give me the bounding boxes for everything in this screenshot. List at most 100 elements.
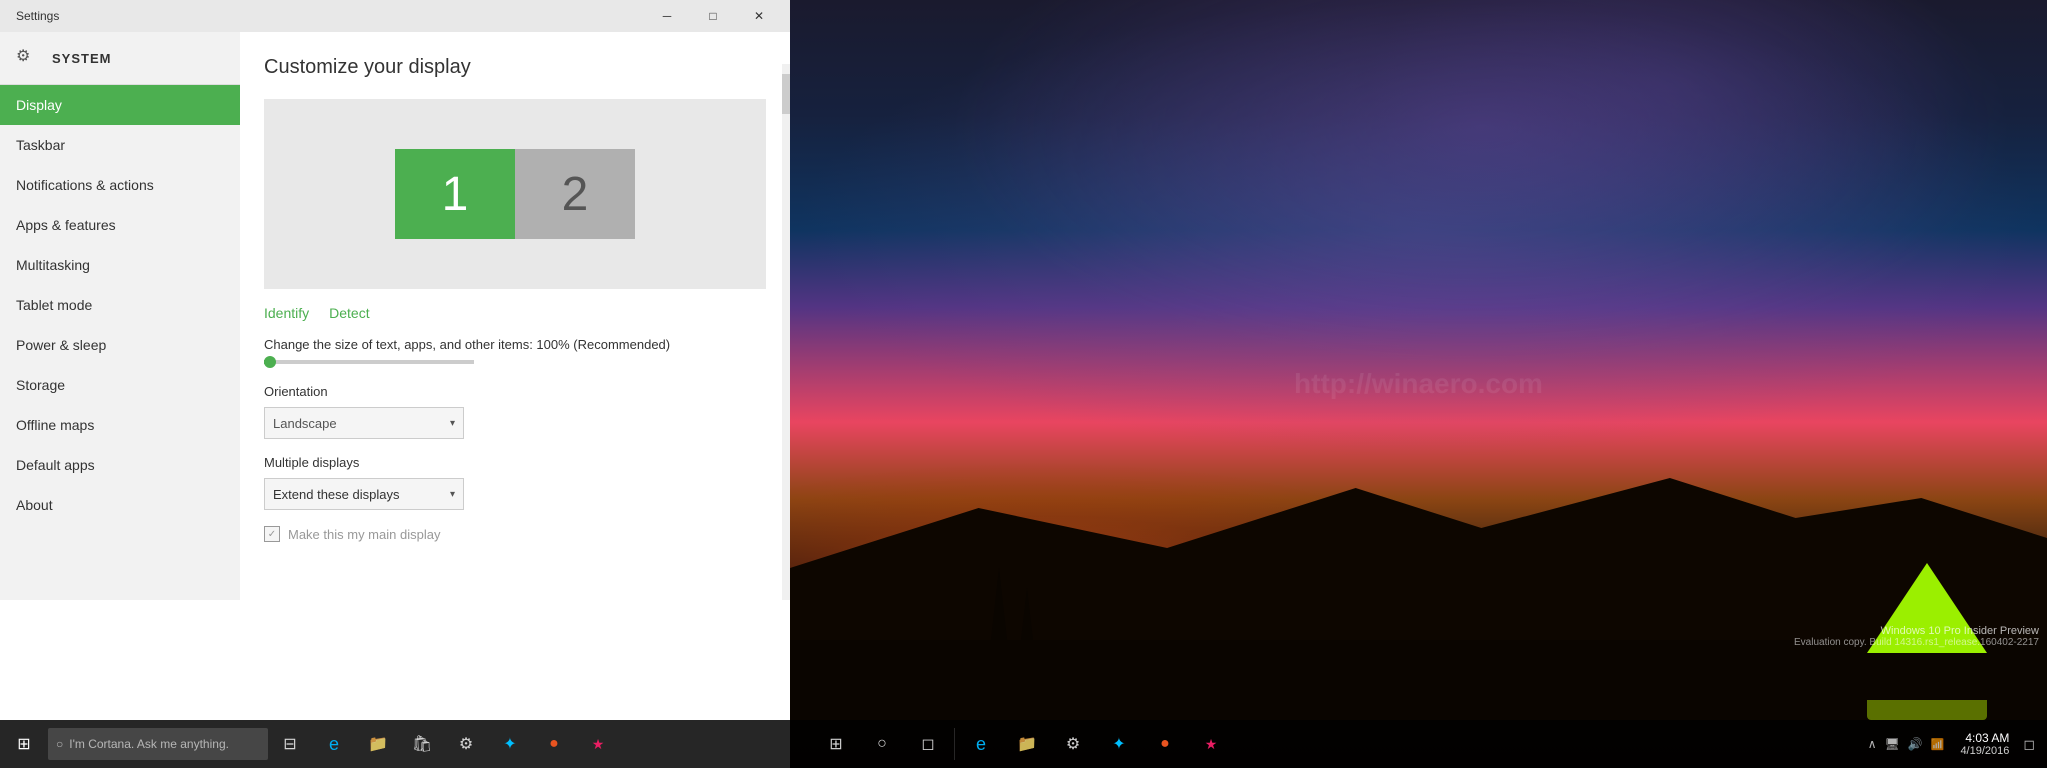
start-button[interactable]: ⊞ <box>0 720 48 768</box>
system-tray: ∧ 🖥 🔊 📶 <box>1862 735 1951 753</box>
explorer-icon-2[interactable]: 📁 <box>1005 722 1049 766</box>
orientation-label: Orientation <box>264 384 766 399</box>
sidebar-item-power[interactable]: Power & sleep <box>0 325 240 365</box>
main-display-checkbox[interactable]: ✓ <box>264 526 280 542</box>
multiple-displays-chevron-icon: ▾ <box>450 489 455 500</box>
windows-icon: ⊞ <box>17 734 30 754</box>
orientation-dropdown[interactable]: Landscape ▾ <box>264 407 464 439</box>
sidebar-item-notifications[interactable]: Notifications & actions <box>0 165 240 205</box>
sidebar-system-title: SYSTEM <box>52 51 111 66</box>
edge-icon: e <box>329 734 339 755</box>
multiple-displays-container: Multiple displays Extend these displays … <box>264 455 766 510</box>
taskbar-store-icon[interactable]: 🛍 <box>400 722 444 766</box>
taskbar-ubuntu-icon[interactable]: ● <box>532 722 576 766</box>
taskbar-edge-icon[interactable]: e <box>312 722 356 766</box>
tray-arrow-icon[interactable]: ∧ <box>1866 735 1879 753</box>
gear-icon-2: ⚙ <box>1066 734 1080 754</box>
cortana-search[interactable]: ○ I'm Cortana. Ask me anything. <box>48 728 268 760</box>
detect-button[interactable]: Detect <box>329 305 369 321</box>
search-button-2[interactable]: ○ <box>860 722 904 766</box>
close-button[interactable]: ✕ <box>736 0 782 32</box>
scale-container: Change the size of text, apps, and other… <box>264 337 766 364</box>
sidebar-item-tablet[interactable]: Tablet mode <box>0 285 240 325</box>
multiple-displays-value: Extend these displays <box>273 487 399 502</box>
multiple-displays-label: Multiple displays <box>264 455 766 470</box>
sidebar-item-default-apps[interactable]: Default apps <box>0 445 240 485</box>
sidebar-item-multitasking[interactable]: Multitasking <box>0 245 240 285</box>
scale-slider[interactable] <box>264 360 474 364</box>
monitor-1[interactable]: 1 <box>395 149 515 239</box>
window-title: Settings <box>16 9 59 23</box>
gear-icon: ⚙ <box>16 46 40 70</box>
ground <box>790 640 2047 720</box>
settings-icon: ⚙ <box>459 734 473 754</box>
ubuntu-icon-2[interactable]: ● <box>1143 722 1187 766</box>
scrollbar-thumb[interactable] <box>782 74 790 114</box>
minimize-button[interactable]: ─ <box>644 0 690 32</box>
win10-line2: Evaluation copy. Build 14316.rs1_release… <box>1794 637 2039 648</box>
content-title: Customize your display <box>264 56 766 79</box>
cortana-icon: ○ <box>56 737 63 751</box>
clock-date: 4/19/2016 <box>1960 745 2009 757</box>
sidebar-item-display[interactable]: Display <box>0 85 240 125</box>
slider-thumb[interactable] <box>264 356 276 368</box>
app-2-icon: ✦ <box>1112 734 1125 754</box>
identify-button[interactable]: Identify <box>264 305 309 321</box>
taskbar-settings-icon[interactable]: ⚙ <box>444 722 488 766</box>
multiple-displays-dropdown[interactable]: Extend these displays ▾ <box>264 478 464 510</box>
win10-info: Windows 10 Pro Insider Preview Evaluatio… <box>1794 625 2039 648</box>
orientation-container: Orientation Landscape ▾ <box>264 384 766 439</box>
cortana-search-text: I'm Cortana. Ask me anything. <box>69 737 229 751</box>
app2-icon: ★ <box>592 736 605 753</box>
display-preview: 1 2 <box>264 99 766 289</box>
ubuntu-icon: ● <box>549 735 559 753</box>
edge-icon-2[interactable]: e <box>959 722 1003 766</box>
store-icon: 🛍 <box>412 734 432 754</box>
monitor-2[interactable]: 2 <box>515 149 635 239</box>
checkmark-icon: ✓ <box>268 529 276 540</box>
task-view-2[interactable]: ◻ <box>906 722 950 766</box>
main-display-label: Make this my main display <box>288 527 440 542</box>
taskbar-tray: ∧ 🖥 🔊 📶 4:03 AM 4/19/2016 ◻ <box>1862 731 2047 757</box>
main-content: Customize your display 1 2 Identify Dete… <box>240 32 790 600</box>
taskbar: ⊞ ○ I'm Cortana. Ask me anything. ⊟ e 📁 … <box>0 720 2047 768</box>
taskbar-explorer-icon[interactable]: 📁 <box>356 722 400 766</box>
maximize-button[interactable]: □ <box>690 0 736 32</box>
taskbar-app1-icon[interactable]: ✦ <box>488 722 532 766</box>
tent-base <box>1867 700 1987 720</box>
tray-network-icon[interactable]: 📶 <box>1929 736 1947 753</box>
app3-icon-inner: ★ <box>1205 736 1218 753</box>
start-button-2[interactable]: ⊞ <box>814 722 858 766</box>
search-icon-2: ○ <box>877 735 887 753</box>
sidebar-item-maps[interactable]: Offline maps <box>0 405 240 445</box>
sidebar-header: ⚙ SYSTEM <box>0 32 240 85</box>
app-icon-2[interactable]: ✦ <box>1097 722 1141 766</box>
clock-time: 4:03 AM <box>1960 731 2009 745</box>
task-view-icon-2: ◻ <box>921 734 934 754</box>
sidebar-item-about[interactable]: About <box>0 485 240 525</box>
settings-icon-2[interactable]: ⚙ <box>1051 722 1095 766</box>
windows-icon-2: ⊞ <box>829 734 842 754</box>
app3-icon[interactable]: ★ <box>1189 722 1233 766</box>
tray-volume-icon[interactable]: 🔊 <box>1906 735 1925 753</box>
task-view-button[interactable]: ⊟ <box>268 722 312 766</box>
window-controls: ─ □ ✕ <box>644 0 782 32</box>
watermark: http://winaero.com <box>1294 368 1543 400</box>
desktop-wallpaper: http://winaero.com Windows 10 Pro Inside… <box>790 0 2047 768</box>
tray-display-icon[interactable]: 🖥 <box>1883 735 1902 753</box>
task-view-icon: ⊟ <box>283 734 296 754</box>
sidebar-item-apps[interactable]: Apps & features <box>0 205 240 245</box>
scale-label: Change the size of text, apps, and other… <box>264 337 766 352</box>
clock[interactable]: 4:03 AM 4/19/2016 <box>1952 731 2017 757</box>
notification-center-button[interactable]: ◻ <box>2019 736 2039 753</box>
settings-window: Settings ─ □ ✕ 🔍 ⚙ SYSTEM Display Taskba… <box>0 0 790 600</box>
scrollbar-track[interactable] <box>782 64 790 600</box>
explorer-icon: 📁 <box>368 734 388 754</box>
sidebar: ⚙ SYSTEM Display Taskbar Notifications &… <box>0 32 240 600</box>
sidebar-item-taskbar[interactable]: Taskbar <box>0 125 240 165</box>
edge-2-icon: e <box>976 734 986 755</box>
taskbar-app2-icon[interactable]: ★ <box>576 722 620 766</box>
folder-icon-2: 📁 <box>1017 734 1037 754</box>
sidebar-item-storage[interactable]: Storage <box>0 365 240 405</box>
app1-icon: ✦ <box>503 734 516 754</box>
